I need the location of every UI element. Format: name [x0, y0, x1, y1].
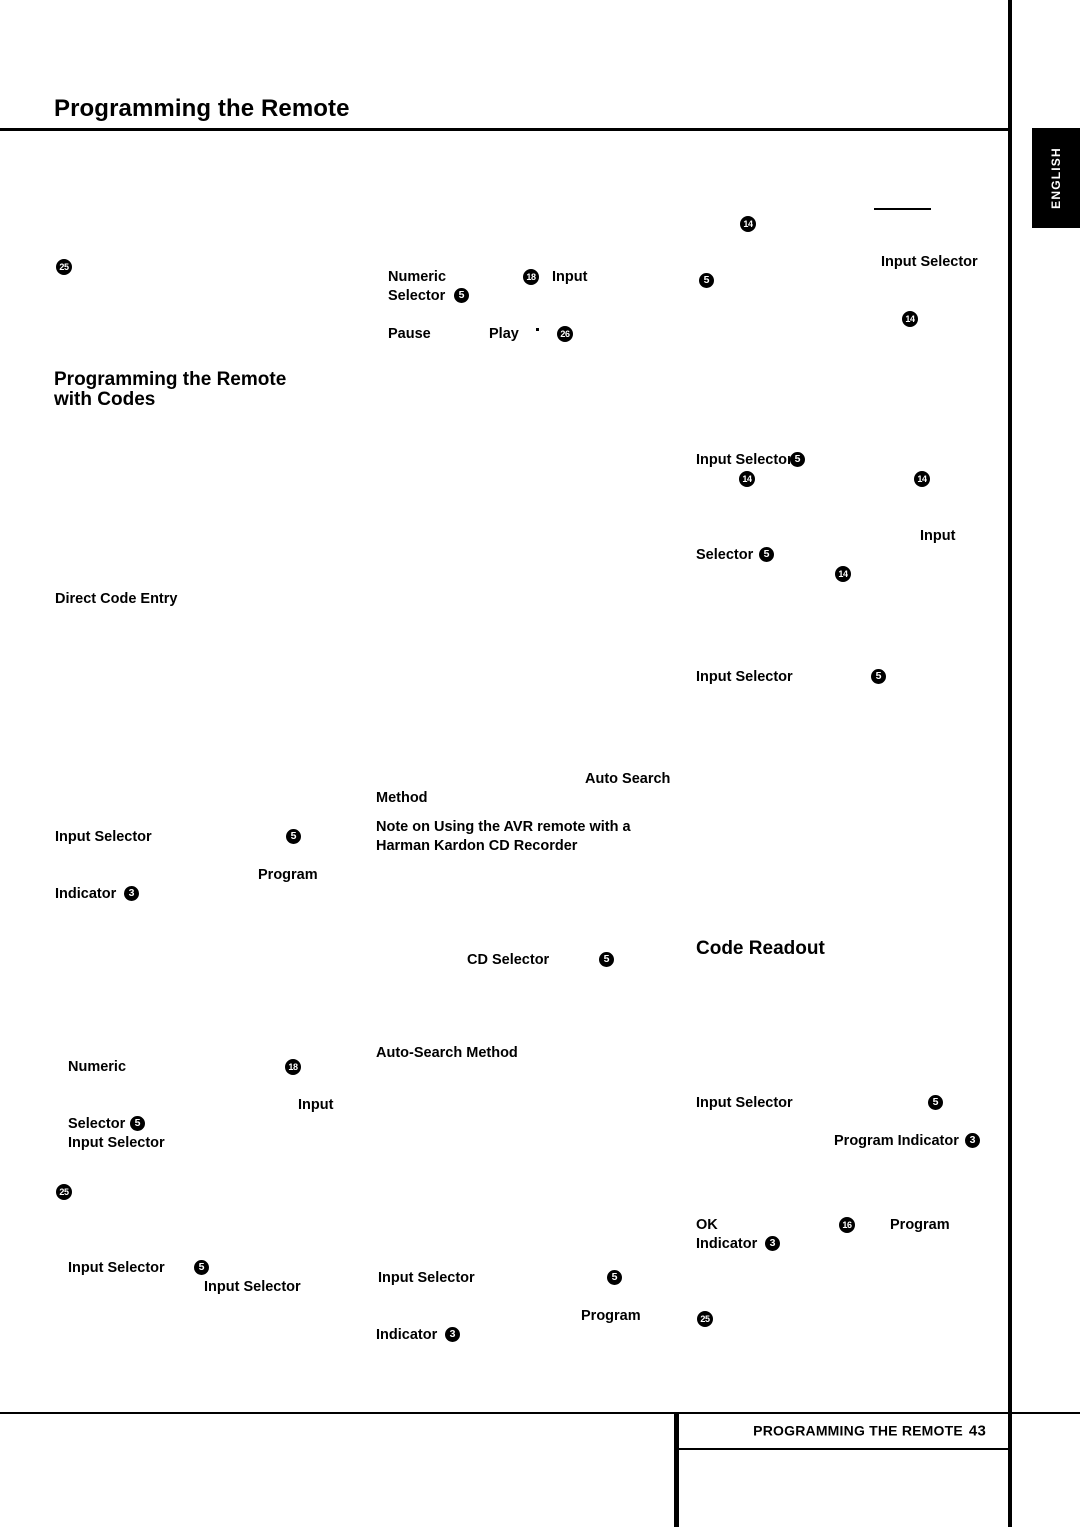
language-tab: ENGLISH [1032, 128, 1080, 228]
callout-badge-3: 3 [765, 1236, 780, 1251]
short-underline-rule [874, 208, 931, 210]
right-margin-rule [1008, 0, 1012, 1527]
callout-badge-25: 25 [56, 259, 72, 275]
callout-badge-5: 5 [759, 547, 774, 562]
text-fragment: Selector [388, 288, 446, 304]
callout-badge-5: 5 [286, 829, 301, 844]
heading-code-readout: Code Readout [696, 938, 825, 959]
scan-speck [536, 328, 539, 331]
heading-auto-search-method: Auto-Search Method [376, 1045, 518, 1061]
callout-badge-5: 5 [790, 452, 805, 467]
header-divider-rule [0, 128, 1010, 131]
document-page: Programming the Remote ENGLISH Programmi… [0, 0, 1080, 1527]
heading-note-line1: Note on Using the AVR remote with a [376, 819, 631, 835]
text-fragment: Input Selector [881, 254, 978, 270]
text-fragment: Input [298, 1097, 334, 1113]
callout-badge-14: 14 [739, 471, 755, 487]
callout-badge-14: 14 [740, 216, 756, 232]
text-fragment: CD Selector [467, 952, 550, 968]
text-fragment: Indicator [696, 1236, 758, 1252]
callout-badge-26: 26 [557, 326, 573, 342]
text-fragment: Indicator [376, 1327, 438, 1343]
text-fragment: Input Selector [696, 669, 793, 685]
text-fragment: Input Selector [696, 1095, 793, 1111]
callout-badge-16: 16 [839, 1217, 855, 1233]
callout-badge-14: 14 [902, 311, 918, 327]
text-fragment: Input Selector [55, 829, 152, 845]
heading-programming-with-codes-line1: Programming the Remote [54, 369, 287, 390]
callout-badge-25: 25 [697, 1311, 713, 1327]
text-fragment: Numeric [388, 269, 447, 285]
text-fragment: Play [489, 326, 519, 342]
callout-badge-5: 5 [599, 952, 614, 967]
footer-box: PROGRAMMING THE REMOTE 43 [676, 1414, 1008, 1450]
callout-badge-5: 5 [130, 1116, 145, 1131]
text-fragment: Input Selector [68, 1260, 165, 1276]
language-tab-label: ENGLISH [1049, 147, 1063, 209]
text-fragment: Pause [388, 326, 431, 342]
text-fragment: Program [581, 1308, 641, 1324]
text-fragment: Input [920, 528, 956, 544]
text-fragment: Input Selector [378, 1270, 475, 1286]
callout-badge-5: 5 [871, 669, 886, 684]
callout-badge-14: 14 [835, 566, 851, 582]
text-fragment: Input Selector [68, 1135, 165, 1151]
callout-badge-5: 5 [928, 1095, 943, 1110]
callout-badge-3: 3 [124, 886, 139, 901]
text-fragment: Program [890, 1217, 950, 1233]
callout-badge-18: 18 [523, 269, 539, 285]
text-fragment: Program Indicator [834, 1133, 959, 1149]
text-fragment: Auto Search [585, 771, 671, 787]
text-fragment: OK [696, 1217, 718, 1233]
text-fragment: Input Selector [204, 1279, 301, 1295]
text-fragment: Method [376, 790, 428, 806]
footer-page-number: 43 [968, 1422, 986, 1440]
text-fragment: Numeric [68, 1059, 127, 1075]
page-title: Programming the Remote [54, 95, 350, 122]
heading-direct-code-entry: Direct Code Entry [55, 591, 178, 607]
callout-badge-3: 3 [445, 1327, 460, 1342]
heading-programming-with-codes-line2: with Codes [54, 389, 156, 410]
text-fragment: Selector [68, 1116, 126, 1132]
text-fragment: Selector [696, 547, 754, 563]
callout-badge-5: 5 [454, 288, 469, 303]
footer-section-name: PROGRAMMING THE REMOTE [753, 1422, 963, 1439]
text-fragment: Input Selector [696, 452, 793, 468]
text-fragment: Indicator [55, 886, 117, 902]
callout-badge-18: 18 [285, 1059, 301, 1075]
callout-badge-5: 5 [194, 1260, 209, 1275]
callout-badge-5: 5 [699, 273, 714, 288]
footer-label: PROGRAMMING THE REMOTE 43 [753, 1423, 986, 1440]
text-fragment: Program [258, 867, 318, 883]
heading-note-line2: Harman Kardon CD Recorder [376, 838, 578, 854]
text-fragment: Input [552, 269, 588, 285]
callout-badge-14: 14 [914, 471, 930, 487]
callout-badge-25: 25 [56, 1184, 72, 1200]
callout-badge-3: 3 [965, 1133, 980, 1148]
callout-badge-5: 5 [607, 1270, 622, 1285]
